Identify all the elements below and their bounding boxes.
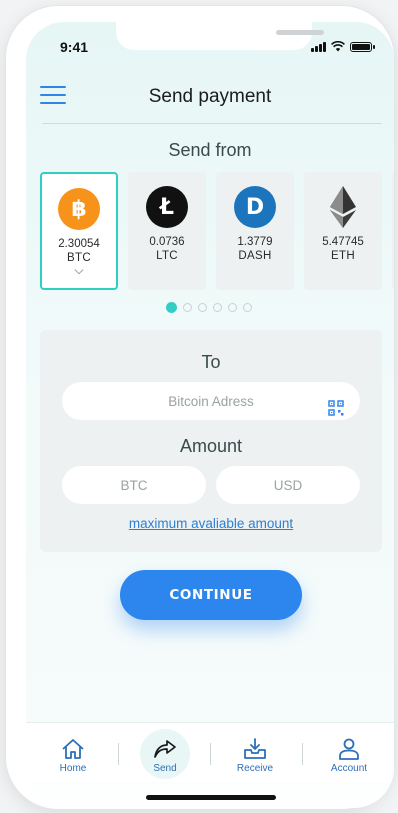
carousel-pager[interactable] [166, 302, 252, 313]
tab-separator [302, 743, 303, 765]
wifi-icon [331, 41, 345, 52]
coin-amount: 2.30054 [58, 238, 100, 250]
bitcoin-address-input[interactable] [62, 382, 360, 420]
coin-symbol: DASH [238, 250, 272, 262]
send-from-label: Send from [168, 140, 252, 160]
coin-card-dash[interactable]: D 1.3779 DASH [216, 172, 294, 290]
litecoin-icon: Ł [146, 186, 188, 228]
tab-home[interactable]: Home [38, 723, 108, 783]
speaker [276, 30, 324, 35]
phone-frame: 9:41 Send payment Send from ฿ 2.30054 BT… [6, 6, 394, 809]
home-icon [62, 739, 84, 759]
tab-label: Send [153, 763, 177, 774]
app-screen: 9:41 Send payment Send from ฿ 2.30054 BT… [26, 22, 394, 808]
amount-btc-input[interactable] [62, 466, 206, 504]
coin-card-ltc[interactable]: Ł 0.0736 LTC [128, 172, 206, 290]
coin-amount: 5.47745 [322, 236, 364, 248]
pager-dot[interactable] [213, 303, 222, 312]
pager-dot[interactable] [243, 303, 252, 312]
home-indicator[interactable] [146, 795, 276, 800]
ethereum-icon [322, 186, 364, 228]
coin-carousel[interactable]: ฿ 2.30054 BTC Ł 0.0736 LTC D 1.3779 DASH [40, 172, 394, 292]
qr-code-icon[interactable] [328, 400, 344, 416]
notch [116, 22, 324, 50]
continue-button[interactable]: CONTINUE [120, 570, 302, 620]
dash-icon: D [234, 186, 276, 228]
coin-symbol: ETH [331, 250, 355, 262]
tab-separator [118, 743, 119, 765]
coin-card-eth[interactable]: 5.47745 ETH [304, 172, 382, 290]
receive-icon [244, 738, 266, 759]
pager-dot[interactable] [166, 302, 177, 313]
pager-dot[interactable] [198, 303, 207, 312]
to-label: To [201, 352, 221, 372]
pager-dot[interactable] [183, 303, 192, 312]
coin-amount: 0.0736 [149, 236, 185, 248]
bottom-tab-bar: Home Send Receive Account [26, 722, 394, 782]
tab-receive[interactable]: Receive [220, 723, 290, 783]
coin-card-btc[interactable]: ฿ 2.30054 BTC [40, 172, 118, 290]
battery-icon [350, 41, 375, 52]
coin-amount: 1.3779 [237, 236, 273, 248]
send-icon [154, 740, 176, 758]
status-icons [311, 41, 375, 52]
amount-label: Amount [179, 436, 243, 456]
pager-dot[interactable] [228, 303, 237, 312]
tab-separator [210, 743, 211, 765]
tab-label: Home [59, 763, 87, 774]
header-divider [42, 123, 382, 124]
page-title: Send payment [148, 86, 272, 107]
coin-card-partial[interactable] [392, 172, 394, 290]
account-icon [339, 738, 359, 760]
bitcoin-icon: ฿ [58, 188, 100, 230]
max-amount-link[interactable]: maximum avaliable amount [40, 516, 382, 531]
tab-label: Receive [236, 763, 274, 774]
amount-usd-input[interactable] [216, 466, 360, 504]
coin-symbol: BTC [67, 252, 91, 264]
status-time: 9:41 [60, 39, 89, 55]
cellular-signal-icon [311, 41, 326, 52]
payment-form: To Amount maximum avaliable amount [40, 330, 382, 552]
chevron-down-icon [74, 269, 84, 275]
tab-send[interactable]: Send [130, 723, 200, 783]
tab-label: Account [330, 763, 368, 774]
coin-symbol: LTC [156, 250, 178, 262]
tab-account[interactable]: Account [314, 723, 384, 783]
